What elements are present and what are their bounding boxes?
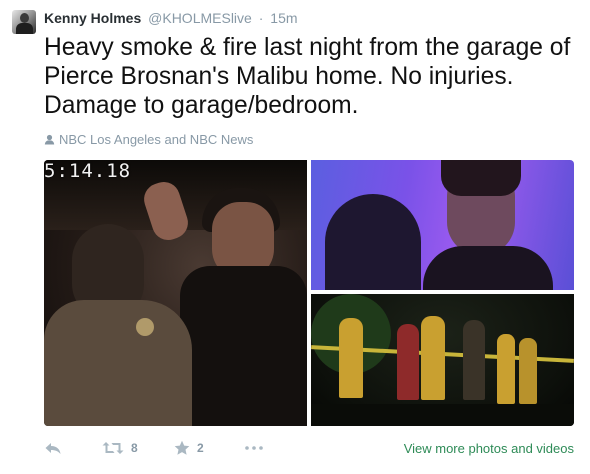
media-attribution[interactable]: NBC Los Angeles and NBC News: [44, 132, 253, 147]
avatar[interactable]: [12, 10, 36, 34]
avatar-head-shape: [20, 13, 29, 23]
photo-timestamp-overlay: 5:14.18: [44, 160, 132, 182]
tweet-actions: 8 2 View more photos and videos: [44, 438, 574, 462]
firefighter-2-shape: [397, 324, 419, 400]
officer-badge-shape: [136, 318, 154, 336]
person-icon: [44, 134, 55, 145]
man-body-shape: [180, 266, 307, 426]
author-name[interactable]: Kenny Holmes: [44, 10, 141, 26]
more-dots-icon: [245, 446, 263, 450]
favorite-count: 2: [197, 441, 204, 455]
separator-dot: ·: [258, 10, 264, 26]
man-body-shape: [423, 246, 553, 290]
retweet-icon: [102, 442, 124, 454]
tweet-text: Heavy smoke & fire last night from the g…: [44, 34, 571, 119]
person-shape: [463, 320, 485, 400]
firefighter-1-shape: [339, 318, 363, 398]
attribution-label: NBC Los Angeles and NBC News: [59, 132, 254, 147]
retweet-button[interactable]: 8: [102, 440, 138, 456]
tweet-timestamp[interactable]: 15m: [270, 10, 297, 26]
photo-1[interactable]: 5:14.18: [44, 160, 307, 426]
firefighter-3-shape: [421, 316, 445, 400]
view-more-photos-link[interactable]: View more photos and videos: [404, 441, 574, 456]
reply-button[interactable]: [44, 440, 62, 456]
favorite-button[interactable]: 2: [174, 440, 204, 456]
avatar-body-shape: [16, 23, 33, 34]
photo-3[interactable]: [311, 294, 574, 426]
star-icon: [174, 440, 190, 455]
man-hair-shape: [441, 160, 521, 196]
author-username[interactable]: @KHOLMESlive: [148, 10, 252, 26]
firefighter-5-shape: [519, 338, 537, 404]
reply-icon: [45, 443, 61, 454]
media-grid: 5:14.18: [44, 160, 574, 426]
more-button[interactable]: [244, 440, 264, 456]
firefighter-4-shape: [497, 334, 515, 404]
tweet-header: Kenny Holmes @KHOLMESlive · 15m: [44, 9, 298, 27]
officer-body-shape: [44, 300, 192, 426]
photo-2[interactable]: [311, 160, 574, 290]
foreground-head-shape: [325, 194, 421, 290]
ground-shape: [311, 404, 574, 426]
retweet-count: 8: [131, 441, 138, 455]
